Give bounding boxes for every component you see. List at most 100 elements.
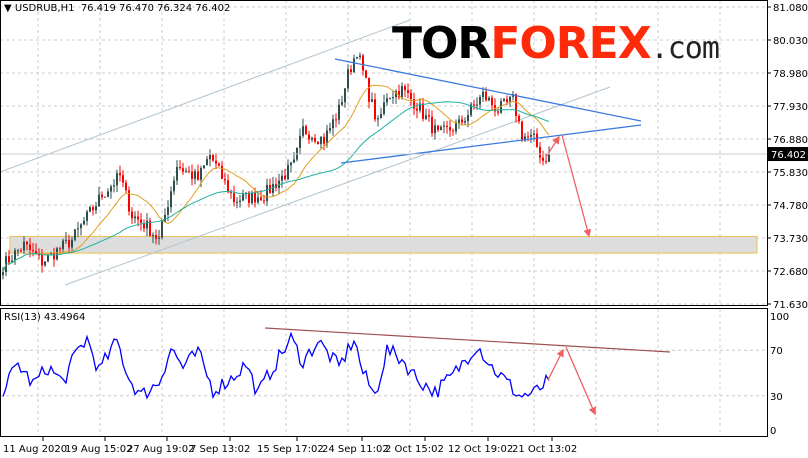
candle-body: [17, 250, 19, 252]
candle-body: [89, 207, 91, 212]
candle-body: [155, 235, 157, 239]
candle-body: [323, 136, 325, 144]
candle-body: [236, 201, 238, 203]
candle-body: [206, 159, 208, 166]
forecast-arrow-down: [561, 134, 592, 238]
candle-body: [74, 229, 76, 240]
rsi-tick-label: 30: [770, 392, 783, 403]
candle-body: [491, 97, 493, 106]
candle-body: [263, 200, 265, 202]
candle-body: [233, 193, 235, 203]
candle-body: [488, 97, 490, 101]
candle-body: [56, 248, 58, 260]
candle-body: [47, 254, 49, 262]
candle-body: [293, 159, 295, 163]
candle-body: [68, 239, 70, 248]
candle-body: [503, 99, 505, 102]
candle-body: [125, 182, 127, 191]
candle-body: [122, 175, 124, 183]
candle-body: [416, 108, 418, 111]
candle-body: [287, 165, 289, 180]
x-tick-label: 7 Sep 13:02: [190, 444, 250, 455]
candle-body: [212, 154, 214, 161]
candle-body: [80, 224, 82, 229]
rsi-label: RSI(13) 43.4964: [4, 312, 86, 323]
candle-body: [374, 99, 376, 120]
candle-body: [242, 194, 244, 201]
channel-lower-line: [64, 86, 611, 286]
candle-body: [482, 91, 484, 98]
rsi-tick-label: 100: [770, 312, 789, 323]
candle-body: [197, 171, 199, 180]
candle-body: [239, 200, 241, 202]
x-tick-label: 2 Oct 15:02: [385, 444, 444, 455]
candle-body: [410, 92, 412, 100]
candle-body: [356, 57, 358, 59]
candle-body: [530, 134, 532, 137]
candle-body: [389, 97, 391, 99]
current-price-label: 76.402: [771, 150, 806, 161]
candle-body: [164, 214, 166, 222]
candle-body: [194, 171, 196, 179]
candle-body: [53, 252, 55, 260]
candle-body: [218, 163, 220, 166]
candle-body: [161, 221, 163, 238]
dropdown-triangle-icon[interactable]: ▼: [4, 3, 12, 14]
candle-body: [131, 211, 133, 219]
candle-body: [146, 220, 148, 229]
y-tick-label: 73.730: [773, 234, 808, 245]
candle-body: [365, 70, 367, 78]
candle-body: [371, 99, 373, 102]
candle-body: [446, 125, 448, 128]
candle-body: [188, 170, 190, 172]
candle-body: [209, 154, 211, 160]
candle-body: [179, 167, 181, 169]
candle-body: [353, 58, 355, 73]
candle-body: [440, 126, 442, 131]
candle-body: [437, 125, 439, 131]
candle-body: [452, 130, 454, 132]
candle-body: [77, 228, 79, 230]
candle-body: [254, 192, 256, 203]
candle-body: [86, 211, 88, 221]
candle-body: [101, 194, 103, 198]
candle-body: [476, 104, 478, 106]
candle-body: [467, 115, 469, 122]
y-tick-label: 78.980: [773, 69, 808, 80]
candle-body: [461, 119, 463, 123]
x-tick-label: 12 Oct 19:02: [448, 444, 513, 455]
rsi-tick-label: 0: [770, 426, 776, 437]
candle-body: [326, 130, 328, 144]
rsi-arrow-down: [565, 346, 596, 416]
candle-body: [98, 194, 100, 207]
candle-body: [260, 197, 262, 201]
candle-body: [65, 239, 67, 241]
candle-body: [404, 86, 406, 91]
candle-body: [200, 168, 202, 180]
candle-body: [317, 141, 319, 145]
candle-body: [227, 180, 229, 193]
candle-body: [251, 192, 253, 203]
candle-body: [422, 103, 424, 119]
candle-body: [377, 118, 379, 120]
candle-body: [545, 160, 547, 162]
candle-body: [152, 235, 154, 237]
candle-body: [38, 254, 40, 256]
rsi-tick-label: 70: [770, 346, 783, 357]
y-tick-label: 76.880: [773, 135, 808, 146]
candle-body: [182, 168, 184, 172]
candle-body: [104, 196, 106, 198]
x-tick-label: 27 Aug 19:02: [127, 444, 194, 455]
candle-body: [281, 175, 283, 181]
rsi-line: [2, 331, 550, 400]
x-tick-label: 11 Aug 2020: [3, 444, 67, 455]
candle-body: [332, 119, 334, 129]
x-tick-label: 19 Aug 15:02: [65, 444, 132, 455]
candle-body: [302, 126, 304, 136]
candle-body: [284, 175, 286, 180]
candle-body: [347, 69, 349, 89]
chart-window: 81.080 80.030 78.980 77.930 76.880 75.830 74.7…: [0, 0, 808, 458]
candle-body: [299, 135, 301, 148]
candle-body: [140, 219, 142, 223]
candle-body: [221, 165, 223, 179]
